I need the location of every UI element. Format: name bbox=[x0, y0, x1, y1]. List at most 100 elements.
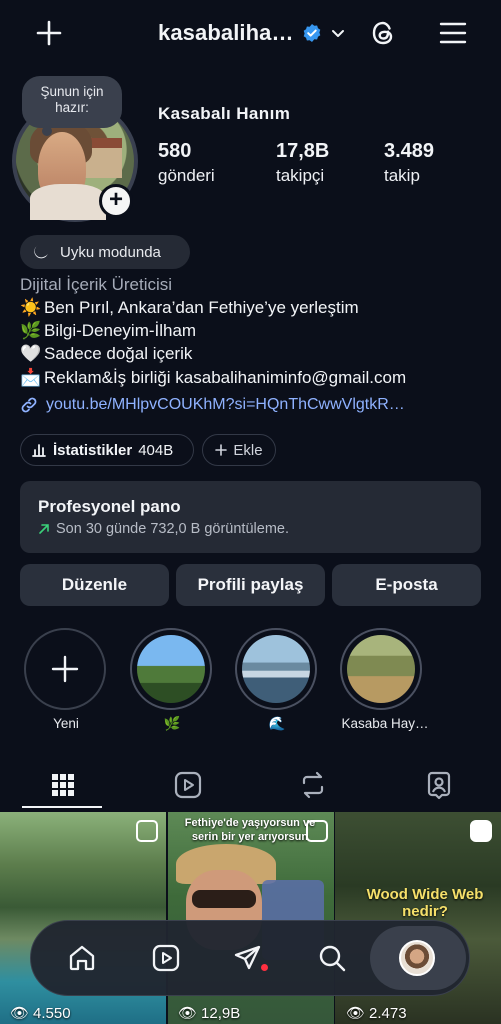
add-chip-label: Ekle bbox=[233, 441, 263, 459]
create-plus-button[interactable] bbox=[30, 14, 68, 52]
bio-line: 🌿 Bilgi-Deneyim-İlham bbox=[20, 321, 196, 341]
post-view-count: 👁 2.473 bbox=[346, 1004, 407, 1023]
new-highlight-button[interactable]: Yeni bbox=[24, 628, 108, 731]
post-caption-overlay: Fethiye'de yaşıyorsun ve serin bir yer a… bbox=[184, 817, 316, 843]
highlight-item[interactable]: 🌊 bbox=[235, 628, 319, 732]
highlight-label: 🌿 bbox=[163, 716, 181, 731]
reels-icon bbox=[174, 771, 201, 799]
bio-line-text: Sadece doğal içerik bbox=[44, 344, 193, 363]
profile-category: Dijital İçerik Üreticisi bbox=[20, 275, 173, 294]
highlight-ring bbox=[340, 628, 422, 710]
bio-line-text: Reklam&İş birliği kasabalihaniminfo@gmai… bbox=[44, 368, 407, 387]
followers-count-label: takipçi bbox=[276, 166, 325, 185]
grid-icon bbox=[51, 774, 74, 796]
avatar-photo-detail bbox=[30, 184, 106, 220]
new-highlight-ring bbox=[24, 628, 106, 710]
post-view-count-value: 4.550 bbox=[33, 1004, 71, 1022]
menu-button[interactable] bbox=[434, 14, 472, 52]
carousel-icon bbox=[136, 820, 158, 842]
username: kasabaliha… bbox=[158, 20, 294, 45]
edit-profile-button[interactable]: Düzenle bbox=[20, 564, 169, 606]
nav-reels[interactable] bbox=[140, 932, 192, 984]
bio-link[interactable]: youtu.be/MHlpvCOUKhM?si=HQnThCwwVlgtkR… bbox=[20, 396, 405, 414]
professional-dashboard-subtitle: Son 30 günde 732,0 B görüntüleme. bbox=[38, 521, 463, 537]
email-button[interactable]: E-posta bbox=[332, 564, 481, 606]
tab-posts-grid[interactable] bbox=[0, 760, 125, 810]
tab-reposts[interactable] bbox=[250, 760, 375, 810]
link-icon bbox=[21, 397, 37, 413]
posts-count-label: gönderi bbox=[158, 166, 215, 185]
following-count[interactable]: 3.489 takip bbox=[384, 140, 434, 186]
bar-chart-icon bbox=[32, 444, 46, 457]
following-count-value: 3.489 bbox=[384, 140, 435, 162]
professional-dashboard-subtitle-text: Son 30 günde 732,0 B görüntüleme. bbox=[56, 521, 289, 537]
herb-emoji-icon: 🌿 bbox=[20, 321, 42, 340]
highlight-label: Kasaba Hay… bbox=[341, 716, 429, 731]
reels-icon bbox=[152, 944, 180, 972]
search-icon bbox=[319, 945, 346, 972]
highlight-cover bbox=[347, 635, 415, 703]
highlight-item[interactable]: Kasaba Hay… bbox=[340, 628, 430, 731]
nav-search[interactable] bbox=[306, 932, 358, 984]
reel-icon bbox=[306, 820, 328, 842]
tab-reels[interactable] bbox=[125, 760, 250, 810]
eye-icon: 👁 bbox=[10, 1005, 30, 1022]
insights-chip-value: 404B bbox=[138, 441, 174, 459]
highlight-label: Yeni bbox=[53, 716, 79, 731]
highlight-item[interactable]: 🌿 bbox=[130, 628, 214, 732]
followers-count-value: 17,8B bbox=[276, 140, 330, 162]
posts-count-value: 580 bbox=[158, 140, 192, 162]
status-chip-label: Uyku modunda bbox=[60, 243, 161, 261]
plus-icon bbox=[215, 444, 228, 456]
threads-icon bbox=[372, 21, 393, 45]
bio-line-text: Bilgi-Deneyim-İlham bbox=[44, 321, 197, 340]
post-view-count: 👁 12,9B bbox=[178, 1004, 241, 1023]
share-profile-button[interactable]: Profili paylaş bbox=[176, 564, 325, 606]
bio-line: 🤍 Sadece doğal içerik bbox=[20, 344, 192, 364]
notification-dot bbox=[261, 964, 268, 971]
nav-direct-messages[interactable] bbox=[222, 932, 274, 984]
note-bubble-tail bbox=[42, 126, 52, 136]
add-chip[interactable]: Ekle bbox=[202, 434, 276, 466]
highlight-cover bbox=[242, 635, 310, 703]
chevron-down-icon bbox=[331, 30, 344, 37]
envelope-emoji-icon: 📩 bbox=[20, 368, 42, 387]
highlight-label: 🌊 bbox=[268, 716, 286, 731]
add-story-button[interactable]: + bbox=[99, 184, 133, 218]
posts-count[interactable]: 580 gönderi bbox=[158, 140, 215, 186]
reel-icon bbox=[470, 820, 492, 842]
account-switcher[interactable]: kasabaliha… bbox=[158, 18, 346, 48]
verified-badge-icon bbox=[303, 24, 320, 42]
reposts-icon bbox=[302, 771, 323, 799]
bio-line: 📩 Reklam&İş birliği kasabalihaniminfo@gma… bbox=[20, 368, 406, 388]
trend-up-arrow-icon bbox=[39, 524, 49, 534]
eye-icon: 👁 bbox=[178, 1005, 198, 1022]
plus-icon bbox=[51, 655, 79, 683]
followers-count[interactable]: 17,8B takipçi bbox=[276, 140, 329, 186]
threads-button[interactable] bbox=[364, 14, 402, 52]
sun-emoji-icon: ☀️ bbox=[20, 298, 42, 317]
bio-line-text: Ben Pırıl, Ankara’dan Fethiye’ye yerleşt… bbox=[44, 298, 359, 317]
post-photo-detail bbox=[192, 890, 256, 908]
insights-chip[interactable]: İstatistikler 404B bbox=[20, 434, 194, 466]
tab-tagged[interactable] bbox=[376, 760, 501, 810]
nav-home[interactable] bbox=[56, 932, 108, 984]
active-tab-indicator bbox=[22, 806, 102, 808]
nav-profile-avatar[interactable] bbox=[399, 940, 435, 976]
plus-icon bbox=[36, 20, 62, 46]
professional-dashboard-card[interactable]: Profesyonel pano Son 30 günde 732,0 B gö… bbox=[20, 481, 481, 553]
display-name: Kasabalı Hanım bbox=[158, 104, 291, 123]
paper-plane-icon bbox=[234, 945, 261, 970]
tagged-icon bbox=[427, 771, 450, 800]
following-count-label: takip bbox=[384, 166, 420, 185]
status-chip[interactable]: Uyku modunda bbox=[20, 235, 190, 269]
hamburger-menu-icon bbox=[439, 22, 467, 44]
moon-icon bbox=[34, 245, 48, 259]
highlight-ring bbox=[235, 628, 317, 710]
insights-chip-label: İstatistikler bbox=[53, 441, 133, 459]
note-bubble[interactable]: Şunun için hazır: bbox=[22, 76, 122, 128]
professional-dashboard-title: Profesyonel pano bbox=[38, 497, 181, 516]
highlight-cover bbox=[137, 635, 205, 703]
highlight-ring bbox=[130, 628, 212, 710]
post-view-count-value: 12,9B bbox=[201, 1004, 241, 1022]
